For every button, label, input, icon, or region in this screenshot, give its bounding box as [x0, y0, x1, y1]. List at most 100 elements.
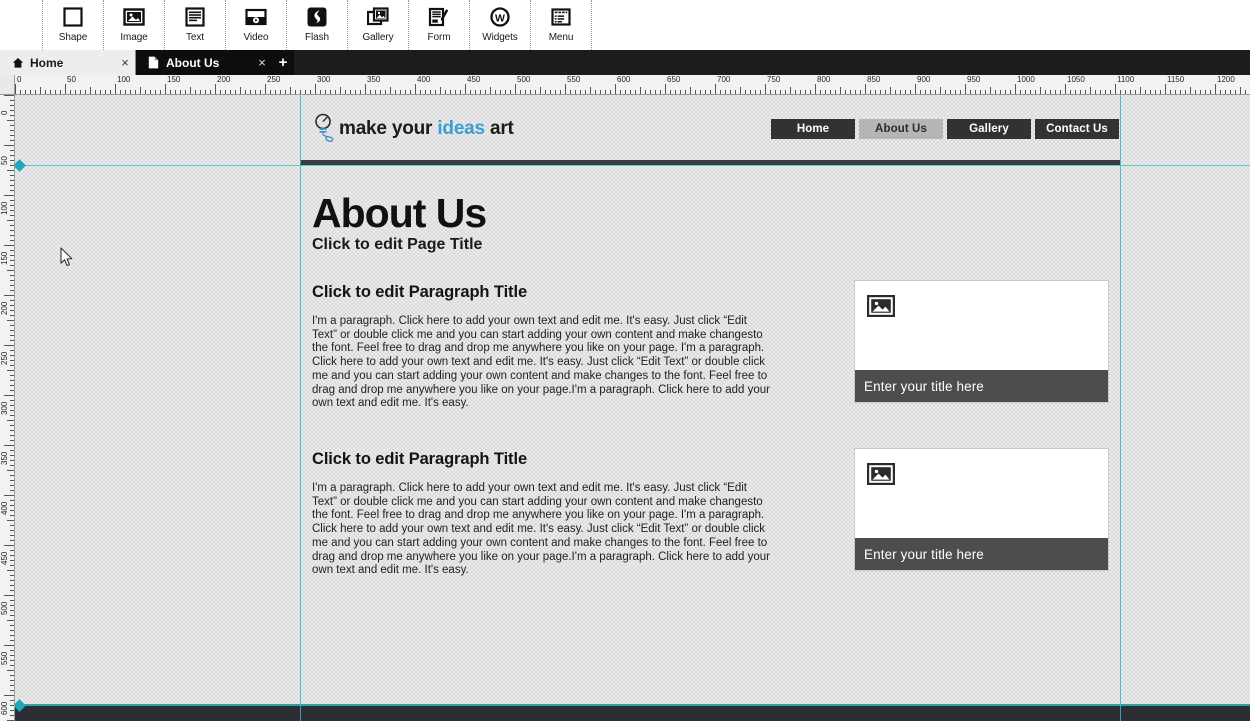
- site-content: make your ideas art Home About Us Galler…: [300, 95, 1120, 721]
- toolbar-item-shape[interactable]: Shape: [43, 0, 104, 50]
- ruler-tick: [1185, 90, 1186, 94]
- ruler-tick: [1195, 90, 1196, 94]
- ruler-tick: [950, 90, 951, 94]
- ruler-tick: [525, 90, 526, 94]
- editor-canvas[interactable]: make your ideas art Home About Us Galler…: [15, 95, 1250, 721]
- ruler-tick: [10, 335, 14, 336]
- ruler-label: 900: [915, 75, 931, 84]
- ruler-tick: [4, 195, 14, 196]
- ruler-tick: [40, 87, 41, 94]
- page-subtitle[interactable]: Click to edit Page Title: [312, 236, 482, 254]
- ruler-tick: [155, 90, 156, 94]
- ruler-tick: [10, 105, 14, 106]
- ruler-tick: [4, 695, 14, 696]
- card-caption[interactable]: Enter your title here: [855, 370, 1108, 402]
- ruler-tick: [1095, 90, 1096, 94]
- card-caption[interactable]: Enter your title here: [855, 538, 1108, 570]
- ruler-tick: [10, 125, 14, 126]
- ruler-tick: [395, 90, 396, 94]
- ruler-tick: [260, 90, 261, 94]
- paragraph-title[interactable]: Click to edit Paragraph Title: [312, 450, 787, 469]
- nav-item-home[interactable]: Home: [771, 119, 855, 139]
- toolbar-item-label: Flash: [305, 32, 329, 43]
- ruler-tick: [365, 84, 366, 94]
- guide-vertical-left[interactable]: [300, 95, 301, 721]
- ruler-tick: [1070, 90, 1071, 94]
- ruler-tick: [650, 90, 651, 94]
- paragraph-section-1[interactable]: Click to edit Paragraph Title I'm a para…: [312, 283, 787, 411]
- ruler-tick: [10, 400, 14, 401]
- paragraph-title[interactable]: Click to edit Paragraph Title: [312, 283, 787, 302]
- guide-handle-top[interactable]: [15, 159, 26, 172]
- toolbar-item-text[interactable]: Text: [165, 0, 226, 50]
- ruler-tick: [1020, 90, 1021, 94]
- ruler-tick: [10, 600, 14, 601]
- toolbar-item-video[interactable]: Video: [226, 0, 287, 50]
- toolbar-item-form[interactable]: Form: [409, 0, 470, 50]
- paragraph-body[interactable]: I'm a paragraph. Click here to add your …: [312, 482, 774, 578]
- card-image-area[interactable]: [855, 281, 1108, 370]
- ruler-tick: [1245, 90, 1246, 94]
- toolbar-item-flash[interactable]: Flash: [287, 0, 348, 50]
- add-page-button[interactable]: +: [272, 50, 294, 75]
- ruler-tick: [10, 540, 14, 541]
- ruler-tick: [495, 90, 496, 94]
- ruler-tick: [4, 445, 14, 446]
- page-title[interactable]: About Us: [312, 191, 487, 235]
- site-logo[interactable]: make your ideas art: [312, 109, 514, 149]
- guide-horizontal-top[interactable]: [15, 165, 1250, 166]
- ruler-corner: [0, 75, 15, 95]
- paragraph-section-2[interactable]: Click to edit Paragraph Title I'm a para…: [312, 450, 787, 578]
- tab-close-icon[interactable]: ×: [115, 56, 135, 69]
- tab-about-us[interactable]: About Us ×: [136, 50, 272, 75]
- logo-text-post: art: [484, 118, 514, 139]
- toolbar-item-menu[interactable]: Menu: [531, 0, 592, 50]
- ruler-tick: [1065, 84, 1066, 94]
- nav-item-gallery[interactable]: Gallery: [947, 119, 1031, 139]
- ruler-label: 250: [0, 351, 9, 365]
- nav-item-contact-us[interactable]: Contact Us: [1035, 119, 1119, 139]
- ruler-tick: [105, 90, 106, 94]
- ruler-tick: [800, 90, 801, 94]
- ruler-tick: [385, 90, 386, 94]
- logo-text-pre: make your: [339, 118, 438, 139]
- paragraph-body[interactable]: I'm a paragraph. Click here to add your …: [312, 315, 774, 411]
- ruler-tick: [475, 90, 476, 94]
- ruler-tick: [10, 500, 14, 501]
- ruler-tick: [130, 90, 131, 94]
- ruler-tick: [900, 90, 901, 94]
- ruler-label: 400: [0, 501, 9, 515]
- ruler-tick: [980, 90, 981, 94]
- tab-home[interactable]: Home ×: [0, 50, 136, 75]
- card-image-area[interactable]: [855, 449, 1108, 538]
- vertical-ruler[interactable]: 050100150200250300350400450500550600650: [0, 95, 15, 721]
- ruler-tick: [75, 90, 76, 94]
- ruler-tick: [175, 90, 176, 94]
- nav-item-about-us[interactable]: About Us: [859, 119, 943, 139]
- guide-vertical-right[interactable]: [1120, 95, 1121, 721]
- ruler-tick: [1205, 90, 1206, 94]
- image-card-2[interactable]: Enter your title here: [854, 448, 1109, 571]
- toolbar-item-gallery[interactable]: Gallery: [348, 0, 409, 50]
- ruler-tick: [675, 90, 676, 94]
- logo-text-highlight: ideas: [437, 118, 485, 139]
- image-card-1[interactable]: Enter your title here: [854, 280, 1109, 403]
- ruler-tick: [10, 690, 14, 691]
- tab-close-icon[interactable]: ×: [252, 56, 272, 69]
- ruler-tick: [890, 87, 891, 94]
- toolbar-item-image[interactable]: Image: [104, 0, 165, 50]
- ruler-tick: [945, 90, 946, 94]
- ruler-tick: [930, 90, 931, 94]
- ruler-tick: [455, 90, 456, 94]
- horizontal-ruler[interactable]: 0 50 100 150 200 250 300 350 400 450 500 550 600 650 7…: [15, 75, 1250, 95]
- ruler-tick: [1105, 90, 1106, 94]
- ruler-tick: [370, 90, 371, 94]
- ruler-tick: [10, 635, 14, 636]
- toolbar-item-widgets[interactable]: W Widgets: [470, 0, 531, 50]
- guide-horizontal-footer[interactable]: [15, 704, 1250, 706]
- ruler-label: 850: [865, 75, 881, 84]
- ruler-tick: [420, 90, 421, 94]
- ruler-tick: [965, 84, 966, 94]
- ruler-tick: [630, 90, 631, 94]
- ruler-tick: [960, 90, 961, 94]
